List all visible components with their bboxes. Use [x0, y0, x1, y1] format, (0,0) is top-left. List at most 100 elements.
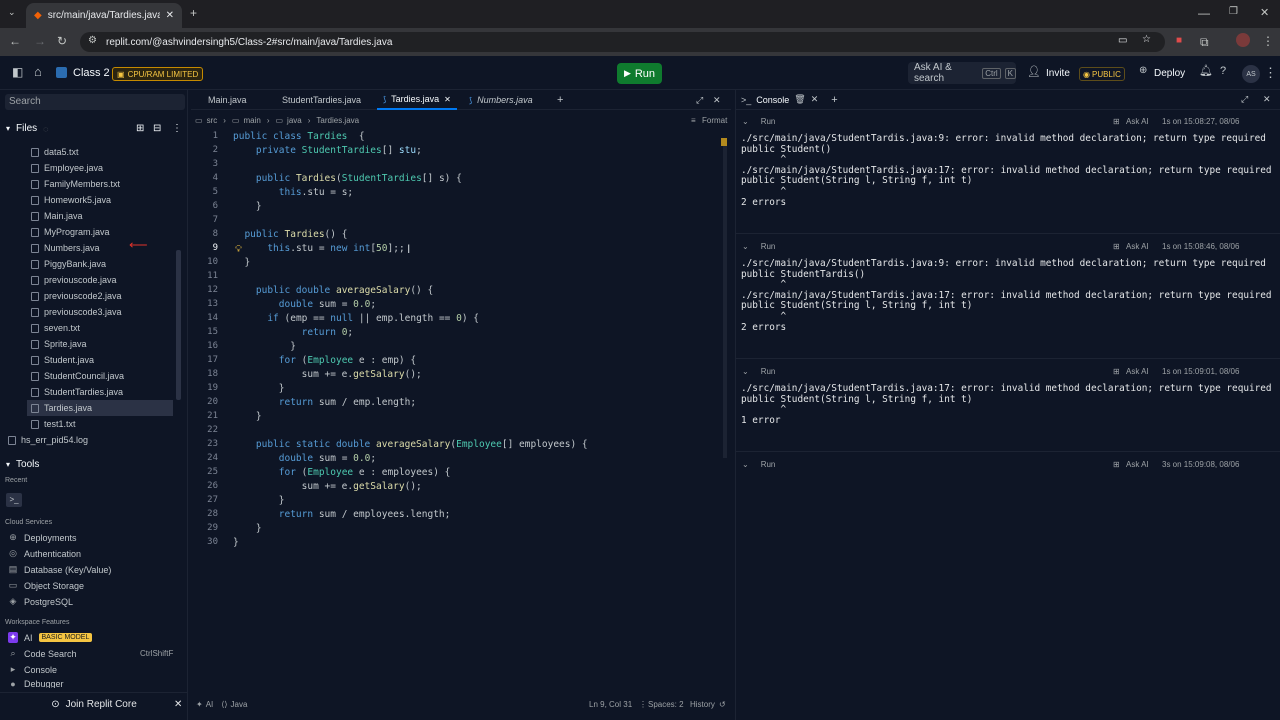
file-item[interactable]: Tardies.java	[27, 400, 173, 416]
deploy-button[interactable]: Deploy	[1154, 68, 1185, 79]
history-button[interactable]: History	[690, 700, 715, 709]
chevron-down-icon[interactable]: ⌄	[742, 242, 749, 251]
files-header[interactable]: ▾ Files ◌ ⊞ ⊟ ⋮	[6, 123, 186, 134]
reload-icon[interactable]: ↻	[57, 34, 67, 48]
file-item[interactable]: seven.txt	[27, 320, 173, 336]
file-item[interactable]: Main.java	[27, 208, 173, 224]
chevron-down-icon[interactable]: ⌄	[742, 367, 749, 376]
format-button[interactable]: Format	[702, 116, 727, 125]
browser-tab[interactable]: ◆ src/main/java/Tardies.java - Cla ✕	[26, 3, 182, 28]
notifications-bell-icon[interactable]: 🔔︎	[1199, 64, 1213, 77]
run-header[interactable]: ⌄ Run ⊞ Ask AI 1s on 15:08:46, 08/06	[736, 239, 1280, 253]
restore-icon[interactable]: ❐	[1229, 6, 1238, 17]
close-tab-icon[interactable]: ✕	[444, 95, 451, 104]
file-item[interactable]: Sprite.java	[27, 336, 173, 352]
run-header[interactable]: ⌄ Run ⊞ Ask AI 3s on 15:09:08, 08/06	[736, 457, 1280, 471]
address-bar[interactable]: ⚙ replit.com/@ashvindersingh5/Class-2#sr…	[80, 32, 1165, 52]
new-folder-icon[interactable]: ⊟	[153, 123, 161, 134]
bookmark-star-icon[interactable]: ☆	[1142, 34, 1151, 45]
minimize-icon[interactable]: —	[1198, 6, 1210, 20]
extensions-puzzle-icon[interactable]: ⧉	[1200, 35, 1209, 50]
code-area[interactable]: 1 public class Tardies {2 private Student…	[191, 131, 719, 551]
file-item[interactable]: PiggyBank.java	[27, 256, 173, 272]
clear-console-icon[interactable]: 🗑︎	[794, 94, 805, 105]
file-item[interactable]: Homework5.java	[27, 192, 173, 208]
new-tab-plus-icon[interactable]: +	[557, 90, 563, 110]
indent-status[interactable]: Spaces: 2	[648, 700, 684, 709]
tool-ai[interactable]: ✦ AI BASIC MODEL	[8, 632, 178, 643]
tool-database[interactable]: ▤ Database (Key/Value)	[8, 564, 178, 575]
file-item[interactable]: test1.txt	[27, 416, 173, 432]
new-file-icon[interactable]: ⊞	[136, 123, 144, 134]
run-header[interactable]: ⌄ Run ⊞ Ask AI 1s on 15:08:27, 08/06	[736, 114, 1280, 128]
file-item[interactable]: Numbers.java ⟵	[27, 237, 173, 256]
join-replit-core-button[interactable]: ⊙ Join Replit Core ✕	[0, 692, 188, 716]
file-log[interactable]: hs_err_pid54.log	[4, 432, 150, 448]
run-header[interactable]: ⌄ Run ⊞ Ask AI 1s on 15:09:01, 08/06	[736, 364, 1280, 378]
tool-debugger[interactable]: ● Debugger	[8, 680, 178, 688]
tools-header[interactable]: ▾ Tools	[6, 459, 39, 470]
tool-authentication[interactable]: ◎ Authentication	[8, 548, 178, 559]
crumb-file[interactable]: Tardies.java	[316, 116, 359, 125]
editor-scrollbar[interactable]	[723, 138, 727, 458]
expand-icon[interactable]: ⤢	[1241, 94, 1248, 105]
close-promo-icon[interactable]: ✕	[174, 699, 182, 710]
chrome-menu-icon[interactable]: ⋮	[1262, 34, 1274, 48]
cpu-limited-badge[interactable]: ▣ CPU/RAM LIMITED	[112, 67, 204, 81]
tab-studenttardies-java[interactable]: StudentTardies.java	[282, 90, 361, 110]
file-item[interactable]: previouscode2.java	[27, 288, 173, 304]
public-badge[interactable]: ◉ PUBLIC	[1079, 67, 1125, 81]
ask-ai-search[interactable]: Ask AI & search Ctrl K	[908, 62, 1016, 84]
new-tab-icon[interactable]: +	[190, 6, 197, 20]
ask-ai-button[interactable]: Ask AI	[1126, 117, 1149, 126]
site-info-icon[interactable]: ⚙	[88, 35, 97, 46]
tool-code-search[interactable]: ⌕ Code Search CtrlShiftF	[8, 648, 178, 659]
crumb-java[interactable]: java	[287, 116, 302, 125]
header-menu-icon[interactable]: ⋮	[1264, 65, 1277, 81]
file-item[interactable]: MyProgram.java	[27, 224, 173, 240]
invite-button[interactable]: Invite	[1046, 68, 1070, 79]
file-item[interactable]: StudentCouncil.java	[27, 368, 173, 384]
close-pane-icon[interactable]: ✕	[1263, 94, 1271, 105]
tool-object-storage[interactable]: ▭ Object Storage	[8, 580, 178, 591]
back-icon[interactable]: ←	[9, 34, 21, 48]
forward-icon[interactable]: →	[34, 34, 46, 48]
ask-ai-button[interactable]: Ask AI	[1126, 242, 1149, 251]
tab-search-icon[interactable]: ⌄	[8, 7, 16, 18]
cursor-position[interactable]: Ln 9, Col 31	[589, 700, 632, 709]
tab-tardies-java[interactable]: ⟆ Tardies.java ✕	[377, 90, 457, 110]
language-status[interactable]: Java	[231, 700, 248, 709]
project-name[interactable]: Class 2	[73, 67, 110, 79]
user-avatar[interactable]: AS	[1242, 65, 1260, 83]
sidebar-toggle-icon[interactable]: ◧	[12, 65, 23, 79]
window-close-icon[interactable]: ✕	[1260, 6, 1269, 19]
run-button[interactable]: ▶ Run	[617, 63, 662, 84]
file-item[interactable]: Employee.java	[27, 160, 173, 176]
tool-console[interactable]: ▸ Console	[8, 664, 178, 675]
tab-numbers-java[interactable]: ⟆ Numbers.java	[469, 90, 533, 110]
expand-icon[interactable]: ⤢	[696, 90, 703, 110]
file-item[interactable]: Student.java	[27, 352, 173, 368]
new-tab-plus-icon[interactable]: +	[831, 94, 837, 106]
file-item[interactable]: data5.txt	[27, 144, 173, 160]
file-item[interactable]: previouscode3.java	[27, 304, 173, 320]
close-tab-icon[interactable]: ✕	[166, 10, 174, 21]
files-menu-icon[interactable]: ⋮	[172, 123, 182, 134]
file-item[interactable]: FamilyMembers.txt	[27, 176, 173, 192]
file-item[interactable]: StudentTardies.java	[27, 384, 173, 400]
close-console-icon[interactable]: ✕	[811, 94, 819, 105]
crumb-src[interactable]: src	[207, 116, 218, 125]
ask-ai-button[interactable]: Ask AI	[1126, 460, 1149, 469]
chevron-down-icon[interactable]: ⌄	[742, 117, 749, 126]
install-icon[interactable]: ▭	[1118, 35, 1127, 46]
tab-main-java[interactable]: Main.java	[208, 90, 247, 110]
file-item[interactable]: previouscode.java	[27, 272, 173, 288]
ai-status[interactable]: AI	[206, 700, 214, 709]
profile-avatar[interactable]	[1236, 33, 1250, 47]
help-icon[interactable]: ?	[1220, 65, 1226, 77]
crumb-main[interactable]: main	[243, 116, 260, 125]
tool-postgresql[interactable]: ◈ PostgreSQL	[8, 596, 178, 607]
file-tree-scrollbar[interactable]	[176, 250, 181, 400]
tool-deployments[interactable]: ⊕ Deployments	[8, 532, 178, 543]
console-tab[interactable]: Console	[756, 95, 789, 105]
